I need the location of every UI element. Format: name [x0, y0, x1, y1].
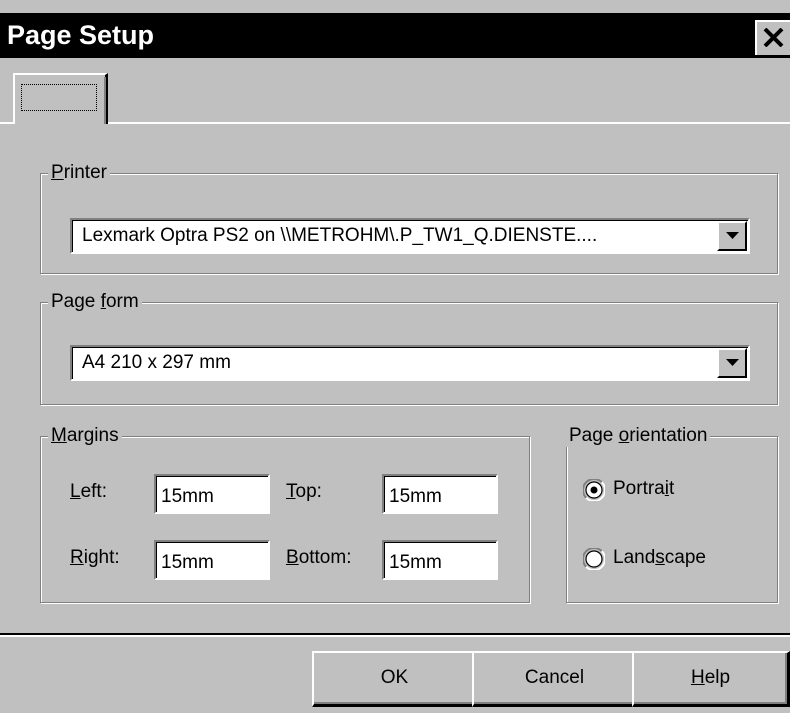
- page-form-select[interactable]: A4 210 x 297 mm: [70, 345, 750, 381]
- help-label: Help: [690, 667, 731, 688]
- window-title: Page Setup: [7, 20, 155, 50]
- tab-page[interactable]: [13, 73, 108, 124]
- ok-label: OK: [380, 667, 409, 688]
- portrait-label: Portrait: [613, 478, 675, 499]
- printer-select[interactable]: Lexmark Optra PS2 on \\METROHM\.P_TW1_Q.…: [70, 218, 750, 254]
- title-bar[interactable]: Page Setup: [0, 13, 790, 58]
- radio-unchecked-icon: [583, 548, 605, 570]
- left-margin-input[interactable]: [154, 474, 270, 514]
- footer-separator-highlight: [0, 635, 790, 637]
- orientation-legend: Page orientation: [566, 425, 711, 447]
- orientation-group: Page orientation: [566, 425, 778, 603]
- ok-button[interactable]: OK: [312, 651, 478, 707]
- left-margin-label: Left:: [70, 481, 107, 502]
- radio-checked-icon: [583, 479, 605, 501]
- page-form-select-value: A4 210 x 297 mm: [82, 352, 231, 373]
- page-form-dropdown-button[interactable]: [717, 348, 747, 378]
- chevron-down-icon: [726, 359, 739, 366]
- tab-focus-rect: [21, 84, 97, 111]
- chevron-down-icon: [726, 232, 739, 239]
- cancel-label: Cancel: [524, 667, 585, 688]
- bottom-margin-label: Bottom:: [286, 547, 352, 568]
- page-form-legend: Page form: [48, 291, 142, 313]
- bottom-margin-input[interactable]: [382, 540, 498, 580]
- right-margin-input[interactable]: [154, 540, 270, 580]
- landscape-label: Landscape: [613, 547, 706, 568]
- top-margin-input[interactable]: [382, 474, 498, 514]
- help-button[interactable]: Help: [632, 651, 790, 707]
- printer-legend: Printer: [48, 162, 110, 184]
- right-margin-label: Right:: [70, 547, 120, 568]
- margins-legend: Margins: [48, 425, 122, 447]
- tab-panel-border: [0, 122, 790, 124]
- portrait-radio[interactable]: Portrait: [583, 477, 713, 503]
- printer-select-value: Lexmark Optra PS2 on \\METROHM\.P_TW1_Q.…: [82, 225, 598, 246]
- top-margin-label: Top:: [286, 481, 322, 502]
- page-setup-dialog: Page Setup Printer Lexmark Optra PS2 on …: [0, 0, 790, 713]
- landscape-radio[interactable]: Landscape: [583, 546, 743, 572]
- cancel-button[interactable]: Cancel: [472, 651, 638, 707]
- close-button[interactable]: [755, 20, 790, 55]
- printer-dropdown-button[interactable]: [717, 221, 747, 251]
- close-icon: [763, 28, 784, 47]
